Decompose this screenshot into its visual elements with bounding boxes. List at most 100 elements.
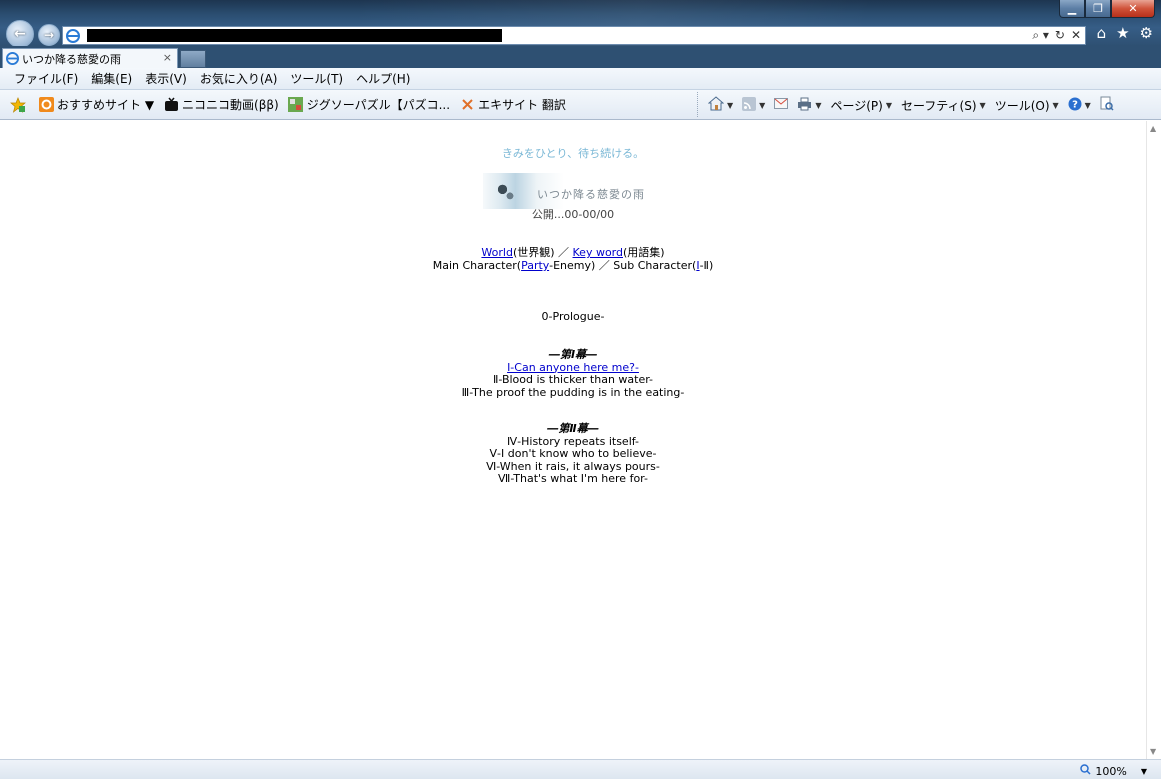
svg-text:?: ? bbox=[1072, 99, 1078, 110]
window-controls: ▁ ❐ ✕ bbox=[1059, 0, 1155, 18]
menu-bar: ファイル(F) 編集(E) 表示(V) お気に入り(A) ツール(T) ヘルプ(… bbox=[0, 68, 1161, 90]
keyword-suffix: (用語集) bbox=[623, 246, 665, 259]
puzzle-icon bbox=[288, 97, 304, 113]
main-char-prefix: Main Character( bbox=[432, 259, 522, 272]
menu-tools[interactable]: ツール(T) bbox=[290, 70, 343, 87]
favorites-star-icon bbox=[10, 96, 26, 113]
ie-page-icon bbox=[65, 28, 81, 44]
page-menu[interactable]: ページ(P) ▼ bbox=[830, 97, 892, 114]
mail-button[interactable] bbox=[774, 98, 789, 112]
print-button[interactable]: ▼ bbox=[797, 97, 821, 114]
minimize-button[interactable]: ▁ bbox=[1059, 0, 1085, 18]
chevron-down-icon: ▼ bbox=[979, 100, 986, 110]
excite-icon bbox=[459, 97, 475, 113]
act-two: ―第Ⅱ幕― Ⅳ-History repeats itself- Ⅴ-I don'… bbox=[0, 422, 1146, 486]
chevron-down-icon[interactable]: ▼ bbox=[1085, 101, 1091, 110]
safety-menu[interactable]: セーフティ(S) ▼ bbox=[901, 97, 986, 114]
chapter-2: Ⅱ-Blood is thicker than water- bbox=[492, 373, 654, 386]
fav-suggested-sites[interactable]: おすすめサイト ▼ bbox=[38, 96, 154, 113]
home-icon[interactable]: ⌂ bbox=[1097, 24, 1107, 42]
keyword-link[interactable]: Key word bbox=[573, 246, 623, 259]
chevron-down-icon: ▼ bbox=[885, 100, 892, 110]
chapter-5: Ⅴ-I don't know who to believe- bbox=[489, 447, 657, 460]
vertical-scrollbar[interactable]: ▲ ▼ bbox=[1146, 121, 1161, 759]
world-keyword-line: World(世界観) ／ Key word(用語集) bbox=[0, 246, 1146, 260]
act-two-heading: ―第Ⅱ幕― bbox=[547, 422, 599, 435]
chevron-down-icon[interactable]: ▼ bbox=[727, 101, 733, 110]
safety-menu-label: セーフティ(S) bbox=[901, 98, 977, 113]
sub-char-suffix: -Ⅱ) bbox=[699, 259, 714, 272]
banner-title: いつか降る慈愛の雨 bbox=[537, 188, 645, 201]
zoom-control[interactable]: 100% ▼ bbox=[1080, 764, 1147, 778]
new-tab-button[interactable] bbox=[180, 50, 206, 68]
tab-row: いつか降る慈愛の雨 × bbox=[0, 46, 1161, 68]
chevron-down-icon[interactable]: ▼ bbox=[759, 101, 765, 110]
fav-jigsaw[interactable]: ジグソーパズル【パズコ... bbox=[288, 96, 450, 113]
character-line: Main Character(Party-Enemy) ／ Sub Charac… bbox=[0, 259, 1146, 273]
chapter-7: Ⅶ-That's what I'm here for- bbox=[498, 472, 648, 485]
home-icon bbox=[707, 96, 725, 114]
world-link[interactable]: World bbox=[481, 246, 513, 259]
command-bar: ▼ ▼ ▼ ページ(P) ▼ セーフティ(S) ▼ ツール(O) ▼ ? ▼ bbox=[707, 96, 1123, 114]
scroll-up-arrow-icon[interactable]: ▲ bbox=[1150, 124, 1156, 133]
gear-icon[interactable]: ⚙ bbox=[1140, 24, 1153, 42]
feeds-button[interactable]: ▼ bbox=[742, 96, 765, 114]
close-window-button[interactable]: ✕ bbox=[1111, 0, 1155, 18]
status-bar: 100% ▼ bbox=[0, 759, 1161, 779]
tools-menu-label: ツール(O) bbox=[994, 98, 1050, 113]
research-button[interactable] bbox=[1100, 96, 1114, 114]
tab-close-icon[interactable]: × bbox=[163, 51, 172, 64]
menu-file[interactable]: ファイル(F) bbox=[14, 70, 78, 87]
tab-active[interactable]: いつか降る慈愛の雨 × bbox=[2, 48, 178, 68]
chapter-3: Ⅲ-The proof the pudding is in the eating… bbox=[461, 385, 685, 399]
help-button[interactable]: ? ▼ bbox=[1068, 97, 1091, 114]
favorites-bar: おすすめサイト ▼ ニコニコ動画(ββ) ジグソーパズル【パズコ... エキサイ… bbox=[0, 90, 1161, 120]
banner-figure bbox=[489, 179, 519, 205]
help-icon: ? bbox=[1068, 97, 1082, 114]
fav-suggested-sites-label: おすすめサイト ▼ bbox=[57, 98, 155, 112]
back-arrow-icon: ← bbox=[14, 26, 26, 42]
chevron-down-icon[interactable]: ▼ bbox=[815, 101, 821, 110]
fav-jigsaw-label: ジグソーパズル【パズコ... bbox=[306, 98, 451, 112]
refresh-icon[interactable]: ↻ bbox=[1055, 28, 1065, 43]
chevron-down-icon[interactable]: ▼ bbox=[1141, 767, 1147, 776]
menu-favorites[interactable]: お気に入り(A) bbox=[200, 70, 278, 87]
address-url-redacted bbox=[87, 29, 502, 42]
tools-menu[interactable]: ツール(O) ▼ bbox=[995, 97, 1059, 114]
suggested-sites-icon bbox=[38, 97, 54, 113]
address-tools: ⌕ ▾ ↻ ✕ bbox=[1032, 28, 1081, 43]
party-link[interactable]: Party bbox=[521, 259, 549, 272]
main-char-suffix: -Enemy) ／ Sub Character( bbox=[549, 259, 697, 272]
favorites-button[interactable] bbox=[10, 96, 29, 113]
mail-icon bbox=[774, 98, 789, 112]
favorites-star-icon[interactable]: ★ bbox=[1116, 24, 1129, 42]
menu-help[interactable]: ヘルプ(H) bbox=[356, 70, 410, 87]
page-content: きみをひとり、待ち続ける。 いつか降る慈愛の雨 公開...00-00/00 Wo… bbox=[0, 121, 1146, 759]
published-date: 公開...00-00/00 bbox=[531, 208, 615, 221]
site-banner-image: いつか降る慈愛の雨 bbox=[483, 173, 663, 209]
maximize-button[interactable]: ❐ bbox=[1085, 0, 1111, 18]
printer-icon bbox=[797, 97, 812, 114]
back-button[interactable]: ← bbox=[6, 20, 34, 48]
chapter-1-link[interactable]: Ⅰ-Can anyone here me?- bbox=[507, 361, 639, 374]
chevron-down-icon: ▼ bbox=[1052, 100, 1059, 110]
forward-button[interactable]: → bbox=[38, 24, 60, 46]
scroll-down-arrow-icon[interactable]: ▼ bbox=[1150, 747, 1156, 756]
research-icon bbox=[1100, 96, 1114, 114]
home-button[interactable]: ▼ bbox=[707, 96, 733, 114]
menu-view[interactable]: 表示(V) bbox=[145, 70, 187, 87]
command-bar-separator bbox=[697, 92, 698, 117]
menu-edit[interactable]: 編集(E) bbox=[91, 70, 132, 87]
page-tagline: きみをひとり、待ち続ける。 bbox=[501, 147, 645, 160]
tab-title: いつか降る慈愛の雨 bbox=[22, 52, 121, 66]
prologue-chapter: 0-Prologue- bbox=[541, 310, 605, 323]
page-menu-label: ページ(P) bbox=[830, 98, 883, 113]
stop-icon[interactable]: ✕ bbox=[1071, 28, 1081, 43]
fav-nicovideo[interactable]: ニコニコ動画(ββ) bbox=[163, 96, 279, 113]
browser-toolbar-icons: ⌂ ★ ⚙ bbox=[1097, 24, 1153, 42]
tv-icon bbox=[163, 97, 179, 113]
search-icon[interactable]: ⌕ ▾ bbox=[1032, 28, 1049, 43]
address-bar[interactable]: ⌕ ▾ ↻ ✕ bbox=[62, 26, 1086, 45]
fav-excite[interactable]: エキサイト 翻訳 bbox=[459, 96, 566, 113]
world-suffix: (世界観) ／ bbox=[512, 246, 573, 259]
